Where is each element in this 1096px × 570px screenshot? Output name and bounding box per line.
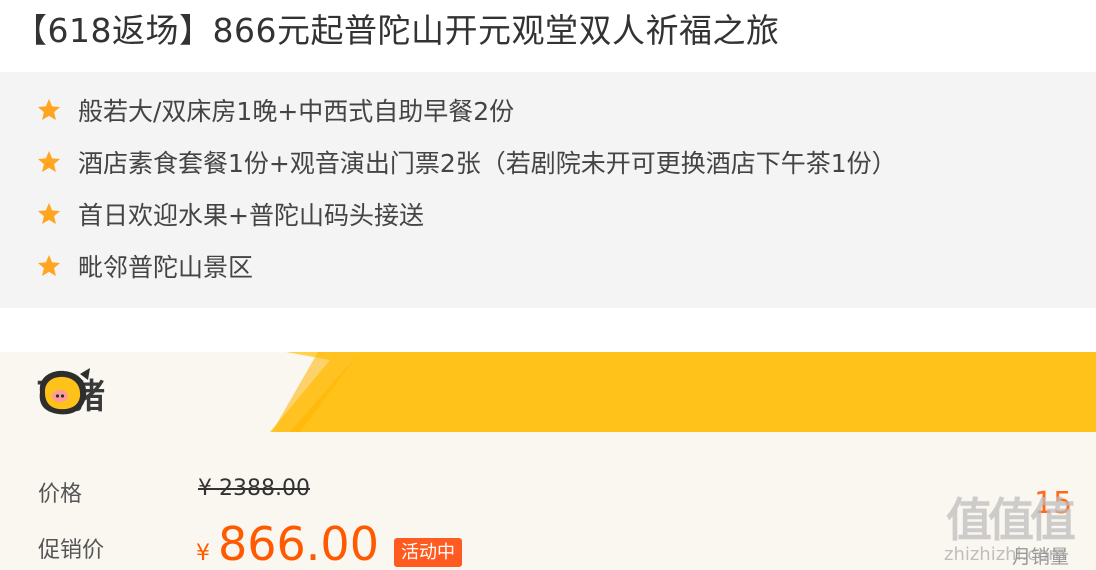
feature-text: 毗邻普陀山景区 [78,253,254,282]
star-icon [36,253,62,279]
star-icon [36,97,62,123]
star-icon [36,201,62,227]
platform-banner: 飞猪 [0,352,1096,432]
sale-price-label: 促销价 [38,538,105,563]
activity-badge: 活动中 [394,538,462,567]
feature-item: 毗邻普陀山景区 [36,246,253,286]
currency-symbol: ¥ [196,541,210,566]
banner-background [0,352,1096,432]
sale-price: ¥866.00 [196,517,379,570]
product-title: 【618返场】866元起普陀山开元观堂双人祈福之旅 [14,11,780,50]
star-icon [36,149,62,175]
feature-text: 酒店素食套餐1份+观音演出门票2张（若剧院未开可更换酒店下午茶1份） [78,149,897,178]
fliggy-pig-icon [39,368,90,415]
feature-item: 首日欢迎水果+普陀山码头接送 [36,194,424,234]
feature-text: 般若大/双床房1晚+中西式自助早餐2份 [78,97,515,126]
sale-price-value: 866.00 [218,517,379,570]
monthly-sales-label: 月销量 [1012,546,1070,568]
fliggy-logo[interactable]: 飞猪 [30,366,106,420]
feature-text: 首日欢迎水果+普陀山码头接送 [78,201,424,230]
price-label: 价格 [38,482,83,507]
promo-panel: 飞猪 价格 ¥ 2388.00 促销价 ¥866.00 活动中 15 值值值 z… [0,352,1096,570]
feature-item: 酒店素食套餐1份+观音演出门票2张（若剧院未开可更换酒店下午茶1份） [36,142,897,182]
watermark-logo: 值值值 [946,493,1076,547]
original-price: ¥ 2388.00 [198,476,310,501]
feature-item: 般若大/双床房1晚+中西式自助早餐2份 [36,90,514,130]
feature-list: 般若大/双床房1晚+中西式自助早餐2份酒店素食套餐1份+观音演出门票2张（若剧院… [0,72,1096,308]
